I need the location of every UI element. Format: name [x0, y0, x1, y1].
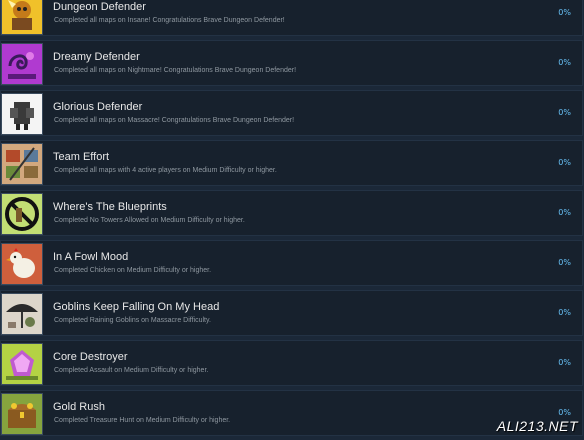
achievement-percent: 0% [558, 108, 571, 117]
gold-warrior-icon [1, 0, 43, 35]
achievement-percent: 0% [558, 258, 571, 267]
achievement-description: Completed all maps on Nightmare! Congrat… [54, 67, 297, 74]
armored-tower-icon [1, 93, 43, 135]
achievement-list: Dungeon Defender Completed all maps on I… [0, 0, 584, 440]
achievement-title: Where's The Blueprints [53, 201, 167, 213]
achievement-percent: 0% [558, 8, 571, 17]
achievement-title: Dreamy Defender [53, 51, 140, 63]
achievement-percent: 0% [558, 308, 571, 317]
purple-swirl-icon [1, 43, 43, 85]
achievement-description: Completed Assault on Medium Difficulty o… [54, 367, 209, 374]
achievement-row[interactable]: Glorious Defender Completed all maps on … [0, 90, 583, 136]
achievement-title: Core Destroyer [53, 351, 128, 363]
achievement-title: Glorious Defender [53, 101, 143, 113]
achievement-percent: 0% [558, 158, 571, 167]
crystal-core-icon [1, 343, 43, 385]
achievement-title: Gold Rush [53, 401, 105, 413]
achievement-row[interactable]: Dreamy Defender Completed all maps on Ni… [0, 40, 583, 86]
achievement-row[interactable]: Core Destroyer Completed Assault on Medi… [0, 340, 583, 386]
achievement-row[interactable]: Team Effort Completed all maps with 4 ac… [0, 140, 583, 186]
chicken-icon [1, 243, 43, 285]
achievement-title: Dungeon Defender [53, 1, 146, 13]
site-watermark: ALI213.NET [496, 418, 578, 434]
achievement-title: Goblins Keep Falling On My Head [53, 301, 220, 313]
achievement-percent: 0% [558, 408, 571, 417]
achievement-description: Completed No Towers Allowed on Medium Di… [54, 217, 245, 224]
achievement-title: Team Effort [53, 151, 110, 163]
achievement-description: Completed Treasure Hunt on Medium Diffic… [54, 417, 231, 424]
achievement-description: Completed all maps on Insane! Congratula… [54, 17, 285, 24]
umbrella-goblin-icon [1, 293, 43, 335]
achievement-percent: 0% [558, 58, 571, 67]
achievement-row[interactable]: Dungeon Defender Completed all maps on I… [0, 0, 583, 36]
treasure-chest-icon [1, 393, 43, 435]
team-hammers-icon [1, 143, 43, 185]
achievement-row[interactable]: Where's The Blueprints Completed No Towe… [0, 190, 583, 236]
achievement-row[interactable]: Goblins Keep Falling On My Head Complete… [0, 290, 583, 336]
no-towers-icon [1, 193, 43, 235]
achievement-percent: 0% [558, 208, 571, 217]
achievement-row[interactable]: Gold Rush Completed Treasure Hunt on Med… [0, 390, 583, 436]
achievement-description: Completed Chicken on Medium Difficulty o… [54, 267, 212, 274]
achievement-description: Completed Raining Goblins on Massacre Di… [54, 317, 211, 324]
achievement-description: Completed all maps on Massacre! Congratu… [54, 117, 295, 124]
achievement-description: Completed all maps with 4 active players… [54, 167, 277, 174]
achievement-row[interactable]: In A Fowl Mood Completed Chicken on Medi… [0, 240, 583, 286]
achievement-title: In A Fowl Mood [53, 251, 129, 263]
achievement-percent: 0% [558, 358, 571, 367]
